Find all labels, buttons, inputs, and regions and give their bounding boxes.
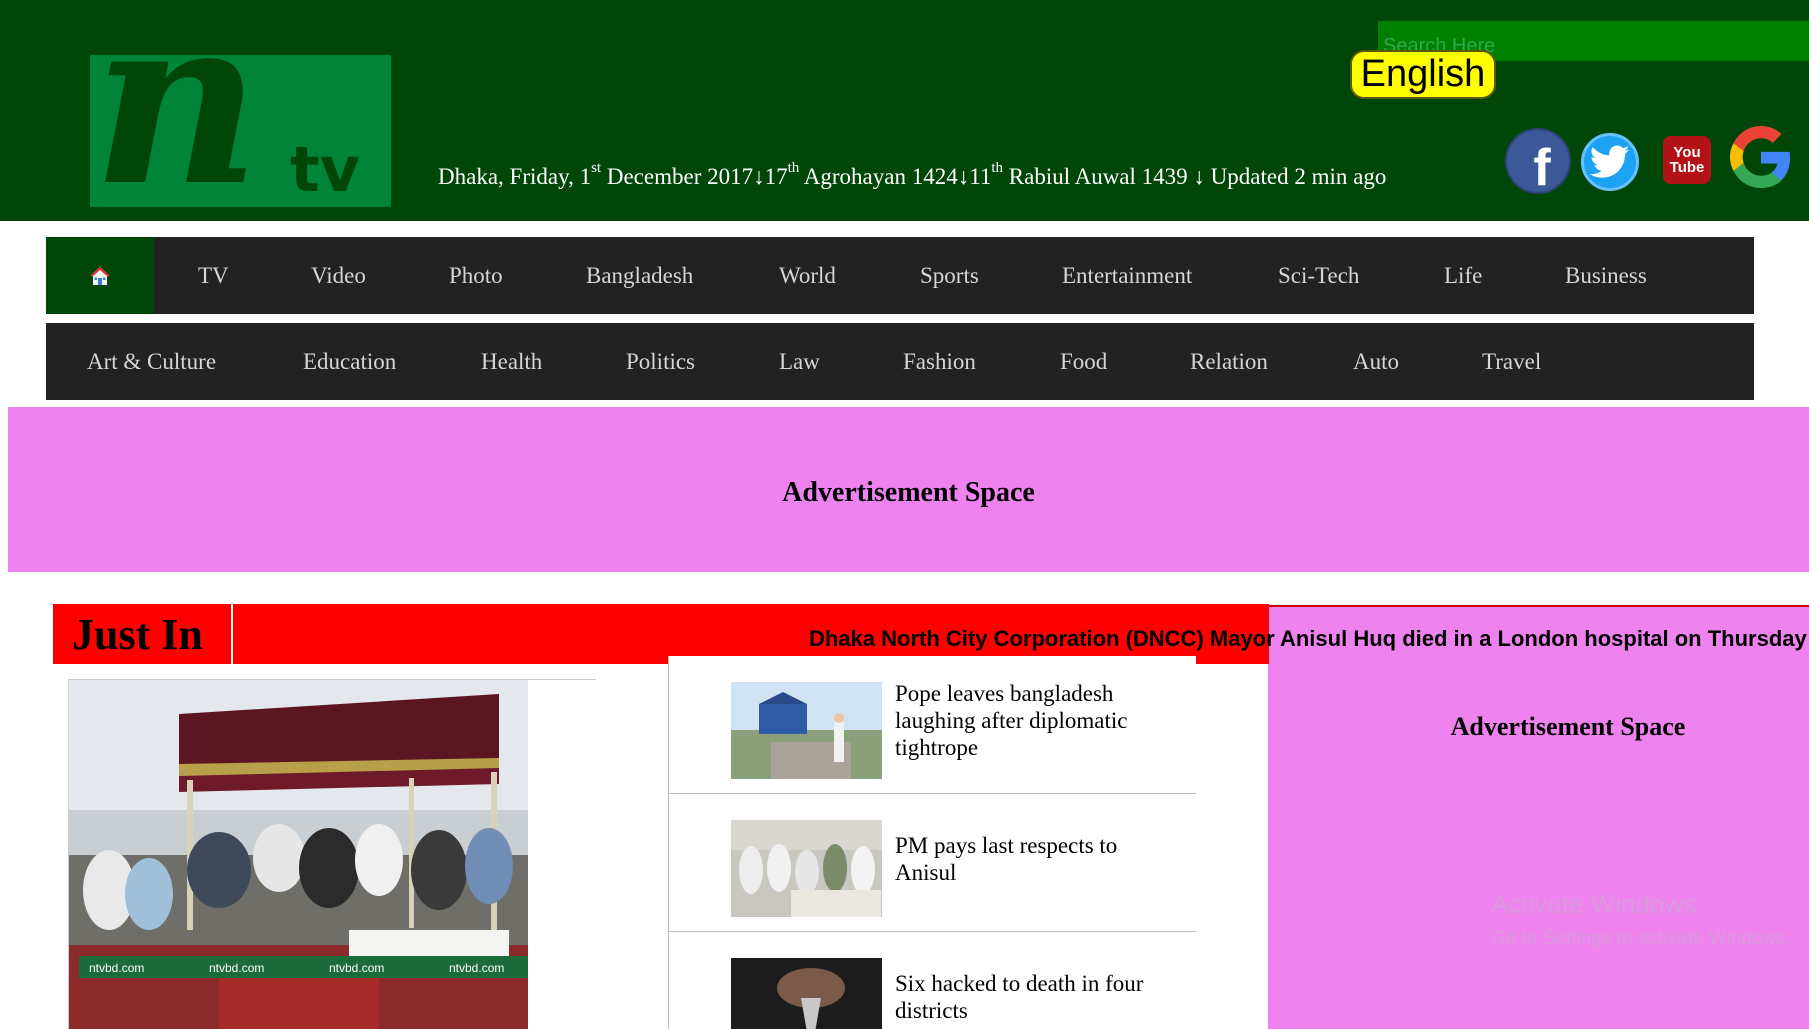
nav-item-politics[interactable]: Politics — [626, 323, 695, 400]
news-thumbnail[interactable] — [731, 958, 882, 1029]
nav-item-relation[interactable]: Relation — [1190, 323, 1268, 400]
svg-text:ntvbd.com: ntvbd.com — [329, 961, 384, 975]
google-icon[interactable] — [1730, 126, 1792, 188]
nav-item-photo[interactable]: Photo — [449, 237, 503, 314]
secondary-nav: Art & Culture Education Health Politics … — [46, 323, 1754, 400]
news-item[interactable]: Six hacked to death in four districts — [669, 932, 1196, 1029]
advertisement-label: Advertisement Space — [782, 477, 1035, 508]
home-icon — [90, 266, 110, 285]
nav-item-art-culture[interactable]: Art & Culture — [87, 323, 216, 400]
activate-windows-title: Activate Windows — [1491, 889, 1697, 919]
nav-item-fashion[interactable]: Fashion — [903, 323, 976, 400]
facebook-icon[interactable]: f — [1505, 128, 1571, 197]
svg-text:ntvbd.com: ntvbd.com — [209, 961, 264, 975]
nav-item-travel[interactable]: Travel — [1482, 323, 1541, 400]
pm-respects-image — [731, 820, 882, 917]
nav-item-business[interactable]: Business — [1565, 237, 1647, 314]
news-thumbnail[interactable] — [731, 820, 882, 917]
news-list: Pope leaves bangladesh laughing after di… — [668, 656, 1196, 1029]
image-watermark: ntvbd.com — [89, 961, 144, 975]
nav-item-food[interactable]: Food — [1060, 323, 1107, 400]
nav-item-video[interactable]: Video — [311, 237, 366, 314]
ntv-logo[interactable]: n tv — [90, 55, 391, 207]
site-header: n tv Dhaka, Friday, 1st December 2017↓17… — [0, 0, 1809, 221]
google-g-glyph — [1730, 126, 1791, 188]
logo-letters-tv: tv — [290, 133, 361, 206]
nav-item-law[interactable]: Law — [779, 323, 820, 400]
logo-letter-n: n — [92, 55, 261, 207]
side-advertisement[interactable]: Advertisement Space — [1268, 605, 1809, 1029]
twitter-bird-glyph — [1590, 145, 1630, 178]
crime-knife-image — [731, 958, 882, 1029]
nav-item-education[interactable]: Education — [303, 323, 396, 400]
advertisement-label: Advertisement Space — [1450, 712, 1686, 741]
news-headline[interactable]: Six hacked to death in four districts — [895, 970, 1165, 1024]
pope-departure-image — [731, 682, 882, 779]
nav-item-world[interactable]: World — [779, 237, 836, 314]
canopy-ceremony-image: ntvbd.com ntvbd.com ntvbd.com ntvbd.com — [69, 680, 528, 1029]
lead-story[interactable]: ntvbd.com ntvbd.com ntvbd.com ntvbd.com — [68, 679, 596, 1029]
news-item[interactable]: Pope leaves bangladesh laughing after di… — [669, 656, 1196, 794]
date-line: Dhaka, Friday, 1st December 2017↓17th Ag… — [438, 160, 1387, 189]
nav-item-sports[interactable]: Sports — [920, 237, 979, 314]
nav-item-sci-tech[interactable]: Sci-Tech — [1278, 237, 1359, 314]
news-headline[interactable]: Pope leaves bangladesh laughing after di… — [895, 680, 1165, 761]
youtube-icon[interactable]: You Tube — [1663, 136, 1711, 184]
lead-photo[interactable]: ntvbd.com ntvbd.com ntvbd.com ntvbd.com — [69, 680, 528, 1029]
news-thumbnail[interactable] — [731, 682, 882, 779]
svg-text:ntvbd.com: ntvbd.com — [449, 961, 504, 975]
twitter-icon[interactable] — [1581, 133, 1639, 191]
news-item[interactable]: PM pays last respects to Anisul — [669, 794, 1196, 932]
top-advertisement[interactable]: Advertisement Space — [8, 407, 1809, 572]
home-button[interactable] — [46, 237, 154, 314]
news-headline[interactable]: PM pays last respects to Anisul — [895, 832, 1165, 886]
primary-nav: TV Video Photo Bangladesh World Sports E… — [46, 237, 1754, 314]
english-language-button[interactable]: English — [1350, 50, 1496, 99]
nav-item-life[interactable]: Life — [1444, 237, 1482, 314]
nav-item-health[interactable]: Health — [481, 323, 542, 400]
nav-item-entertainment[interactable]: Entertainment — [1062, 237, 1192, 314]
just-in-label: Just In — [53, 604, 233, 664]
nav-item-tv[interactable]: TV — [198, 237, 229, 314]
activate-windows-subtitle: Go to Settings to activate Windows. — [1491, 928, 1791, 949]
ticker-headline[interactable]: Dhaka North City Corporation (DNCC) Mayo… — [809, 626, 1807, 652]
nav-item-auto[interactable]: Auto — [1353, 323, 1399, 400]
nav-item-bangladesh[interactable]: Bangladesh — [586, 237, 693, 314]
